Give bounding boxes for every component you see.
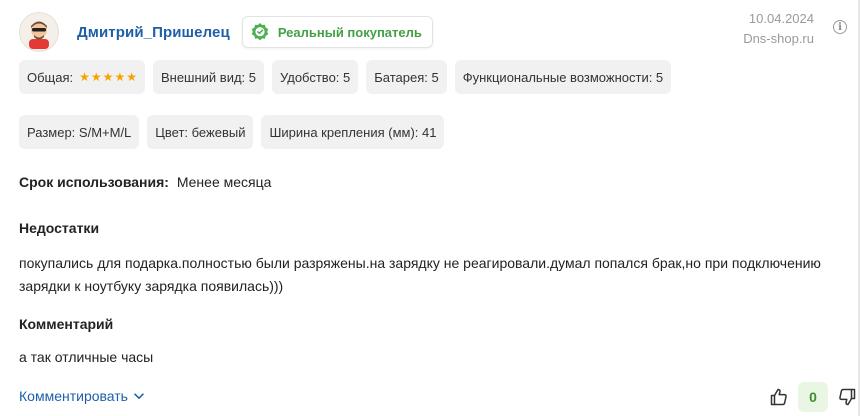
usage-label: Срок использования: — [19, 174, 169, 190]
star-icon: ★ — [102, 70, 114, 84]
verified-check-icon — [251, 23, 269, 41]
review-date: 10.04.2024 — [748, 11, 814, 26]
rating-overall-label: Общая: — [27, 69, 74, 85]
dislike-button[interactable] — [834, 384, 860, 410]
comment-title: Комментарий — [19, 316, 114, 332]
rating-battery: Батарея: 5 — [366, 60, 447, 94]
comment-text: а так отличные часы — [19, 349, 154, 365]
star-icon: ★ — [114, 70, 126, 84]
attributes-row: Размер: S/M+M/L Цвет: бежевый Ширина кре… — [19, 115, 445, 149]
rating-stars: ★ ★ ★ ★ ★ — [79, 71, 137, 83]
rating-comfort: Удобство: 5 — [272, 60, 359, 94]
rating-features: Функциональные возможности: 5 — [454, 60, 672, 94]
review-meta: 10.04.2024 Dns-shop.ru — [743, 9, 814, 49]
cons-text: покупались для подарка.полностью были ра… — [19, 255, 821, 294]
rating-overall: Общая: ★ ★ ★ ★ ★ — [19, 60, 145, 94]
verified-buyer-label: Реальный покупатель — [277, 24, 422, 40]
cons-title: Недостатки — [19, 220, 100, 236]
verified-buyer-badge: Реальный покупатель — [241, 16, 433, 48]
attribute-strap-width: Ширина крепления (мм): 41 — [261, 115, 445, 149]
attribute-size: Размер: S/M+M/L — [19, 115, 140, 149]
star-icon: ★ — [79, 70, 90, 84]
info-icon[interactable]: i — [833, 20, 847, 34]
thumbs-up-icon — [770, 388, 787, 406]
author-name[interactable]: Дмитрий_Пришелец — [77, 24, 230, 41]
vote-count: 0 — [798, 382, 828, 412]
review-header: Дмитрий_Пришелец Реальный покупатель — [19, 12, 433, 52]
like-button[interactable] — [766, 384, 792, 410]
comment-button-label: Комментировать — [19, 388, 128, 404]
chevron-down-icon — [134, 392, 144, 399]
rating-appearance: Внешний вид: 5 — [152, 60, 264, 94]
avatar-person-icon — [29, 21, 49, 49]
vote-controls: 0 — [766, 382, 860, 412]
ratings-row: Общая: ★ ★ ★ ★ ★ Внешний вид: 5 Удобство… — [19, 60, 672, 94]
review-card: Дмитрий_Пришелец Реальный покупатель 10.… — [0, 0, 860, 416]
usage-value: Менее месяца — [176, 174, 272, 190]
comment-button[interactable]: Комментировать — [19, 388, 144, 404]
attribute-color: Цвет: бежевый — [147, 115, 254, 149]
star-icon: ★ — [126, 70, 137, 84]
star-icon: ★ — [90, 70, 102, 84]
usage-period: Срок использования: Менее месяца — [19, 174, 271, 190]
avatar[interactable] — [19, 12, 59, 52]
review-source: Dns-shop.ru — [743, 31, 814, 46]
thumbs-down-icon — [839, 388, 856, 406]
